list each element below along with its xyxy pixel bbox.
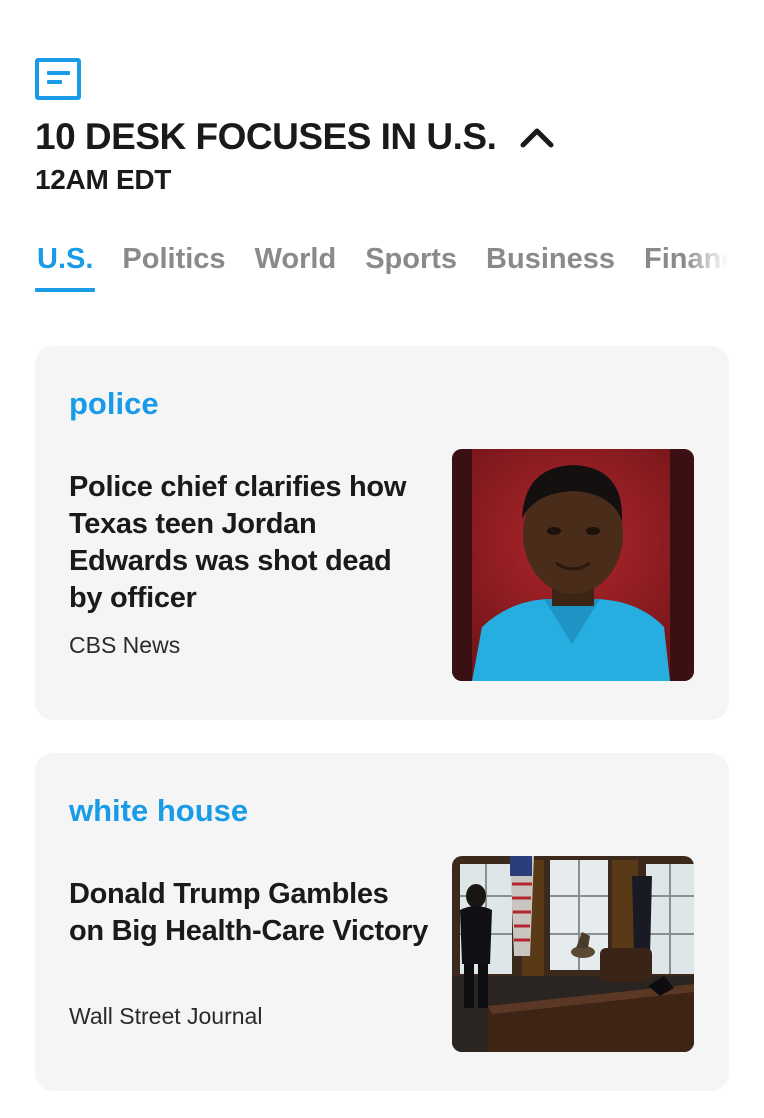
tab-label: Politics xyxy=(122,243,226,275)
card-source: CBS News xyxy=(69,632,181,658)
menu-icon-line xyxy=(47,71,70,75)
tabs-fade xyxy=(684,240,728,292)
tab-us[interactable]: U.S. xyxy=(35,240,96,292)
edition-time: 12AM EDT xyxy=(35,164,172,195)
menu-icon-line xyxy=(47,80,62,84)
tab-label: Business xyxy=(486,243,615,275)
tab-label: Sports xyxy=(365,243,458,275)
news-card[interactable]: police Police chief clarifies how Texas … xyxy=(35,346,729,720)
tab-label: U.S. xyxy=(37,243,94,275)
news-card[interactable]: white house Donald Trump Gambles on Big … xyxy=(35,753,729,1091)
tab-label: World xyxy=(254,243,337,275)
card-thumbnail-portrait[interactable] xyxy=(452,449,694,681)
chevron-up-icon[interactable] xyxy=(520,126,554,148)
active-tab-indicator xyxy=(35,288,96,292)
page-title: 10 DESK FOCUSES IN U.S. xyxy=(35,116,497,157)
header-title-row: 10 DESK FOCUSES IN U.S. xyxy=(35,116,554,158)
menu-icon[interactable] xyxy=(35,58,81,100)
tab-sports[interactable]: Sports xyxy=(365,240,457,292)
card-headline[interactable]: Police chief clarifies how Texas teen Jo… xyxy=(69,469,429,617)
tab-business[interactable]: Business xyxy=(486,240,615,292)
card-headline[interactable]: Donald Trump Gambles on Big Health-Care … xyxy=(69,876,429,950)
tab-politics[interactable]: Politics xyxy=(122,240,225,292)
tab-world[interactable]: World xyxy=(255,240,337,292)
category-tabs: U.S. Politics World Sports Business Fina… xyxy=(0,240,728,300)
card-topic[interactable]: police xyxy=(69,386,159,422)
card-thumbnail-oval-office[interactable] xyxy=(452,856,694,1052)
card-topic[interactable]: white house xyxy=(69,793,248,829)
card-source: Wall Street Journal xyxy=(69,1003,263,1029)
